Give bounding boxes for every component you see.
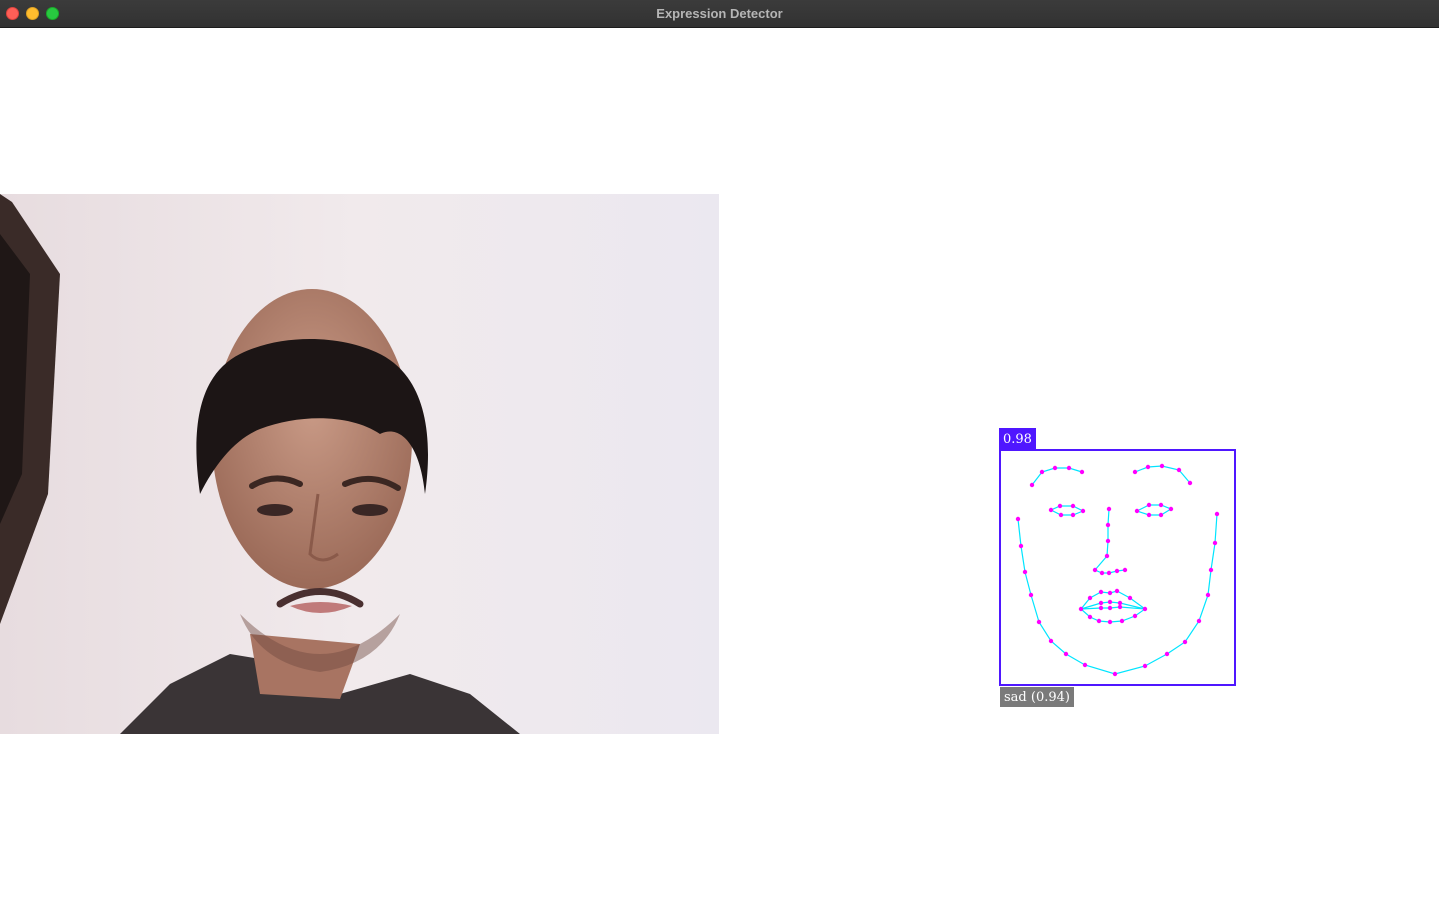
left-eye-contour [1049, 505, 1085, 516]
jaw-contour [1017, 513, 1218, 675]
landmarks-canvas [999, 449, 1236, 686]
detection-overlay: 0.98 sad (0.94) [0, 0, 1439, 900]
inner-lip-contour [1080, 601, 1146, 610]
right-eyebrow-contour [1134, 465, 1191, 484]
right-eye-contour [1135, 504, 1173, 516]
left-eyebrow-contour [1031, 467, 1083, 486]
detection-score-label: 0.98 [999, 428, 1036, 449]
expression-label: sad (0.94) [1000, 687, 1074, 707]
landmark-points [1015, 463, 1220, 677]
face-bounding-box [999, 449, 1236, 686]
